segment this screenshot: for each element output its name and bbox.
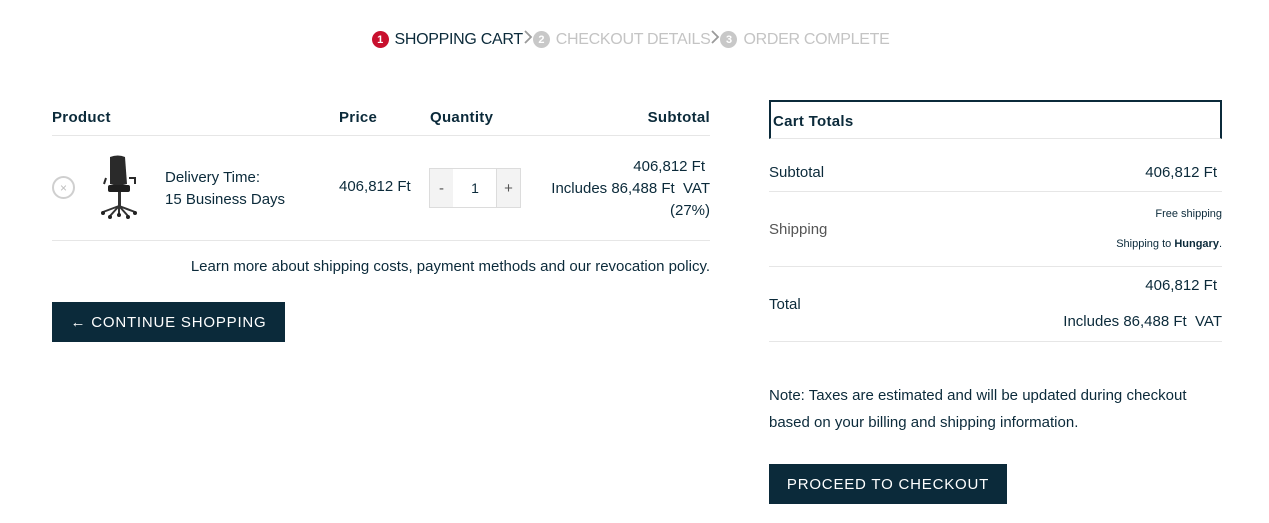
quantity-increase-button[interactable]: + xyxy=(496,168,521,208)
product-description: Delivery Time: 15 Business Days xyxy=(165,167,285,211)
cart-table-header: Product Price Quantity Subtotal xyxy=(52,100,710,136)
quantity-stepper: - 1 + xyxy=(429,168,521,208)
quantity-decrease-button[interactable]: - xyxy=(429,168,454,208)
totals-subtotal-value: 406,812 Ft xyxy=(1145,164,1217,181)
step-label: SHOPPING CART xyxy=(394,30,524,48)
totals-shipping-row: Shipping Free shipping Shipping to Hunga… xyxy=(769,192,1222,267)
chevron-right-icon xyxy=(710,29,720,50)
step-checkout-details[interactable]: 2 CHECKOUT DETAILS xyxy=(532,30,711,49)
shipping-info-link[interactable]: Learn more about shipping costs, payment… xyxy=(191,258,710,275)
checkout-steps: 1 SHOPPING CART 2 CHECKOUT DETAILS 3 ORD… xyxy=(0,29,1269,50)
totals-total-label: Total xyxy=(769,296,801,313)
item-subtotal: 406,812 Ft Includes 86,488 Ft VAT (27%) xyxy=(551,156,710,222)
cart-table: Product Price Quantity Subtotal × Delive… xyxy=(52,100,710,342)
totals-shipping-label: Shipping xyxy=(769,221,828,238)
quantity-input[interactable]: 1 xyxy=(453,168,497,208)
step-label: CHECKOUT DETAILS xyxy=(555,30,711,48)
chevron-right-icon xyxy=(523,29,533,50)
continue-shopping-button[interactable]: ← CONTINUE SHOPPING xyxy=(52,302,285,342)
totals-total-vat: Includes 86,488 Ft VAT xyxy=(1063,313,1222,330)
cart-totals-title: Cart Totals xyxy=(769,100,1222,139)
tax-note: Note: Taxes are estimated and will be up… xyxy=(769,387,1187,431)
step-number: 3 xyxy=(720,31,738,48)
step-number: 1 xyxy=(371,31,389,48)
step-shopping-cart[interactable]: 1 SHOPPING CART xyxy=(371,30,524,49)
totals-subtotal-label: Subtotal xyxy=(769,164,825,181)
totals-total-value: 406,812 Ft xyxy=(1145,277,1217,294)
header-product: Product xyxy=(52,109,111,126)
remove-item-button[interactable]: × xyxy=(52,176,75,199)
item-price: 406,812 Ft xyxy=(339,178,411,195)
step-order-complete[interactable]: 3 ORDER COMPLETE xyxy=(720,30,890,49)
shipping-country: Hungary xyxy=(1174,238,1219,250)
shipping-to-prefix: Shipping to xyxy=(1116,238,1175,250)
shipping-to-suffix: . xyxy=(1218,238,1222,250)
shipping-method: Free shipping xyxy=(1155,208,1222,220)
header-price: Price xyxy=(339,109,378,126)
shipping-destination: Shipping to Hungary. xyxy=(1116,238,1222,250)
totals-subtotal-row: Subtotal 406,812 Ft xyxy=(769,139,1222,192)
delivery-time-value: 15 Business Days xyxy=(165,191,286,208)
delivery-time-label: Delivery Time: xyxy=(165,169,261,186)
cart-totals: Cart Totals Subtotal 406,812 Ft Shipping… xyxy=(769,100,1222,342)
totals-total-row: Total 406,812 Ft Includes 86,488 Ft VAT xyxy=(769,267,1222,342)
table-row: × Delivery Time: 15 Business Days 406,81… xyxy=(52,136,710,241)
header-quantity: Quantity xyxy=(430,109,494,126)
step-label: ORDER COMPLETE xyxy=(743,30,890,48)
product-image[interactable] xyxy=(98,154,142,220)
item-subtotal-vat: Includes 86,488 Ft VAT xyxy=(551,180,710,197)
step-number: 2 xyxy=(532,31,550,48)
proceed-to-checkout-button[interactable]: PROCEED TO CHECKOUT xyxy=(769,464,1007,504)
header-subtotal: Subtotal xyxy=(647,109,710,126)
item-subtotal-vat-rate: (27%) xyxy=(669,202,710,219)
item-subtotal-amount: 406,812 Ft xyxy=(633,158,705,175)
